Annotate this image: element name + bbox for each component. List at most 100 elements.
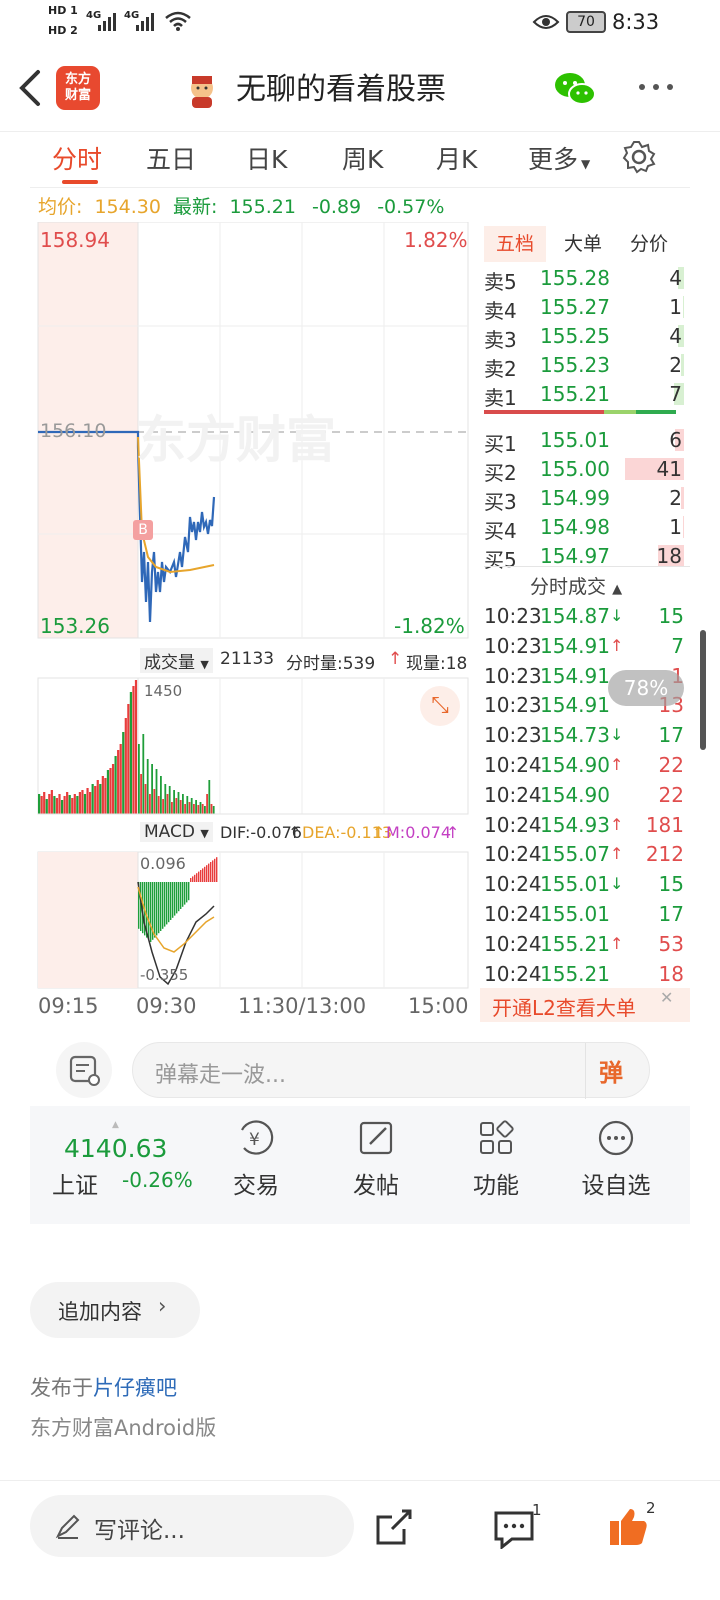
- tab-intraday[interactable]: 分时: [52, 140, 102, 184]
- bid-row[interactable]: 买3 154.99 2: [484, 484, 690, 514]
- volume-indicator-label: 成交量: [144, 653, 195, 673]
- trade-price: 154.93: [540, 812, 610, 837]
- bid-row[interactable]: 买2 155.00 41: [484, 455, 690, 485]
- trade-row: 10:24 154.90 ↑ 22: [484, 751, 690, 781]
- trade-price: 155.21: [540, 961, 610, 986]
- trade-qty: 15: [658, 872, 684, 897]
- bid-row[interactable]: 买4 154.98 1: [484, 513, 690, 543]
- tab-more[interactable]: 更多 ▼: [528, 140, 590, 184]
- tab-daily-k[interactable]: 日K: [246, 140, 287, 184]
- tab-weekly-k[interactable]: 周K: [342, 140, 383, 184]
- index-name: 上证: [52, 1173, 98, 1199]
- trade-time: 10:23: [484, 633, 542, 658]
- trade-time: 10:23: [484, 604, 542, 628]
- danmu-input[interactable]: 弹幕走一波... 弹: [132, 1042, 650, 1099]
- ask-row[interactable]: 卖5 155.28 4: [484, 264, 690, 294]
- trade-time: 10:24: [484, 902, 542, 926]
- trade-time: 10:24: [484, 931, 542, 956]
- x-label-1500: 15:00: [408, 994, 469, 1018]
- trade-time: 10:23: [484, 723, 542, 748]
- order-book: 五档 大单 分价 卖5 155.28 4 卖4 155.27 1 卖3 155.25 4 卖2 15…: [480, 222, 690, 1022]
- pencil-icon: [55, 1514, 80, 1539]
- trade-row: 10:24 154.90 22: [484, 781, 690, 811]
- ask-row[interactable]: 卖1 155.21 7: [484, 380, 690, 410]
- macd-bottom-label: -0.355: [140, 966, 189, 984]
- trade-dir: ↓: [610, 874, 624, 894]
- close-icon[interactable]: ✕: [660, 988, 673, 1007]
- published-in: 发布于片仔癀吧: [30, 1372, 177, 1402]
- expand-icon[interactable]: ⤡: [420, 686, 460, 726]
- back-icon[interactable]: [14, 68, 44, 108]
- tab-five-levels[interactable]: 五档: [484, 226, 546, 262]
- battery-indicator: 70: [566, 11, 606, 33]
- wechat-icon[interactable]: [552, 70, 598, 108]
- tab-five-day[interactable]: 五日: [146, 140, 196, 184]
- tab-price-dist[interactable]: 分价: [618, 226, 680, 262]
- up-arrow-icon: ↑: [388, 649, 403, 669]
- thumbs-up-icon[interactable]: [606, 1505, 650, 1547]
- l2-banner-text: 开通L2查看大单: [492, 996, 636, 1020]
- volume-bars: [38, 680, 215, 814]
- trade-qty: 17: [658, 902, 684, 926]
- bottom-bar: 写评论... 1 2: [0, 1480, 720, 1600]
- comment-icon[interactable]: [492, 1509, 536, 1549]
- ask-row[interactable]: 卖4 155.27 1: [484, 293, 690, 323]
- sim2-label: HD 2: [48, 24, 78, 37]
- caret-down-icon: ▼: [581, 157, 591, 171]
- volume-max-label: 1450: [144, 682, 183, 700]
- ask-row[interactable]: 卖3 155.25 4: [484, 322, 690, 352]
- macd-indicator-select[interactable]: MACD ▼: [140, 822, 213, 842]
- signal-icon: [98, 13, 116, 31]
- ask-row[interactable]: 卖2 155.23 2: [484, 351, 690, 381]
- trades-title-label: 分时成交: [530, 576, 607, 598]
- buy-marker[interactable]: B: [133, 520, 153, 540]
- danmu-row: 弹幕走一波... 弹: [30, 1038, 690, 1102]
- trade-row: 10:24 154.93 ↑ 181: [484, 811, 690, 841]
- trade-price: 154.87: [540, 604, 610, 628]
- trade-row: 10:24 155.01 ↓ 15: [484, 870, 690, 900]
- chart-low-pct: -1.82%: [394, 614, 465, 638]
- trade-dir: ↑: [610, 755, 624, 774]
- settings-gear-icon[interactable]: [622, 140, 656, 174]
- brand-logo[interactable]: 东方 财富: [56, 66, 100, 110]
- functions-label: 功能: [473, 1173, 519, 1199]
- tab-monthly-k[interactable]: 月K: [436, 140, 477, 184]
- tab-large-orders-label: 大单: [563, 233, 602, 255]
- index-quote[interactable]: ▲ 4140.63 上证 -0.26%: [50, 1120, 220, 1210]
- trade-price: 154.90: [540, 782, 610, 807]
- ask-price: 155.27: [540, 295, 610, 319]
- nav-bar: 东方 财富 无聊的看着股票: [0, 44, 720, 132]
- add-watchlist-label: 设自选: [581, 1173, 651, 1199]
- index-value: 4140.63: [64, 1134, 168, 1163]
- add-content-button[interactable]: 追加内容 ›: [30, 1282, 200, 1338]
- trade-price: 154.73: [540, 723, 610, 748]
- volume-indicator-select[interactable]: 成交量 ▼: [140, 648, 213, 673]
- trade-qty: 17: [658, 723, 684, 748]
- share-icon[interactable]: [374, 1507, 414, 1547]
- ask-price: 155.23: [540, 353, 610, 377]
- forum-link[interactable]: 片仔癀吧: [93, 1376, 177, 1400]
- danmu-settings-button[interactable]: [56, 1042, 112, 1098]
- latest-label: 最新:: [172, 196, 218, 218]
- l2-banner[interactable]: 开通L2查看大单 ✕: [480, 988, 690, 1022]
- ask-price: 155.28: [540, 266, 610, 290]
- scrollbar[interactable]: [700, 630, 706, 750]
- more-icon[interactable]: [636, 80, 676, 94]
- tick-volume: 分时量:539: [286, 654, 376, 674]
- ask-qty: 4: [669, 324, 682, 348]
- tab-large-orders[interactable]: 大单: [552, 226, 614, 262]
- like-count: 2: [646, 1499, 656, 1517]
- bid-qty: 2: [669, 486, 682, 510]
- danmu-toggle-icon[interactable]: 弹: [599, 1053, 623, 1088]
- up-arrow-icon: ↑: [372, 823, 386, 842]
- trade-qty: 18: [658, 961, 684, 986]
- tab-more-label: 更多: [528, 145, 579, 174]
- avatar-icon[interactable]: [182, 70, 222, 110]
- trade-qty: 181: [645, 812, 684, 837]
- watermark: 东方财富: [136, 411, 336, 469]
- trade-qty: 53: [658, 931, 684, 956]
- write-comment-input[interactable]: 写评论...: [30, 1495, 354, 1557]
- bid-row[interactable]: 买1 155.01 6: [484, 426, 690, 456]
- intraday-chart-pane[interactable]: 东方财富 158.94 153.26 1.82% -1.82% 156.10 B…: [30, 222, 480, 1022]
- macd-top-label: 0.096: [140, 854, 186, 873]
